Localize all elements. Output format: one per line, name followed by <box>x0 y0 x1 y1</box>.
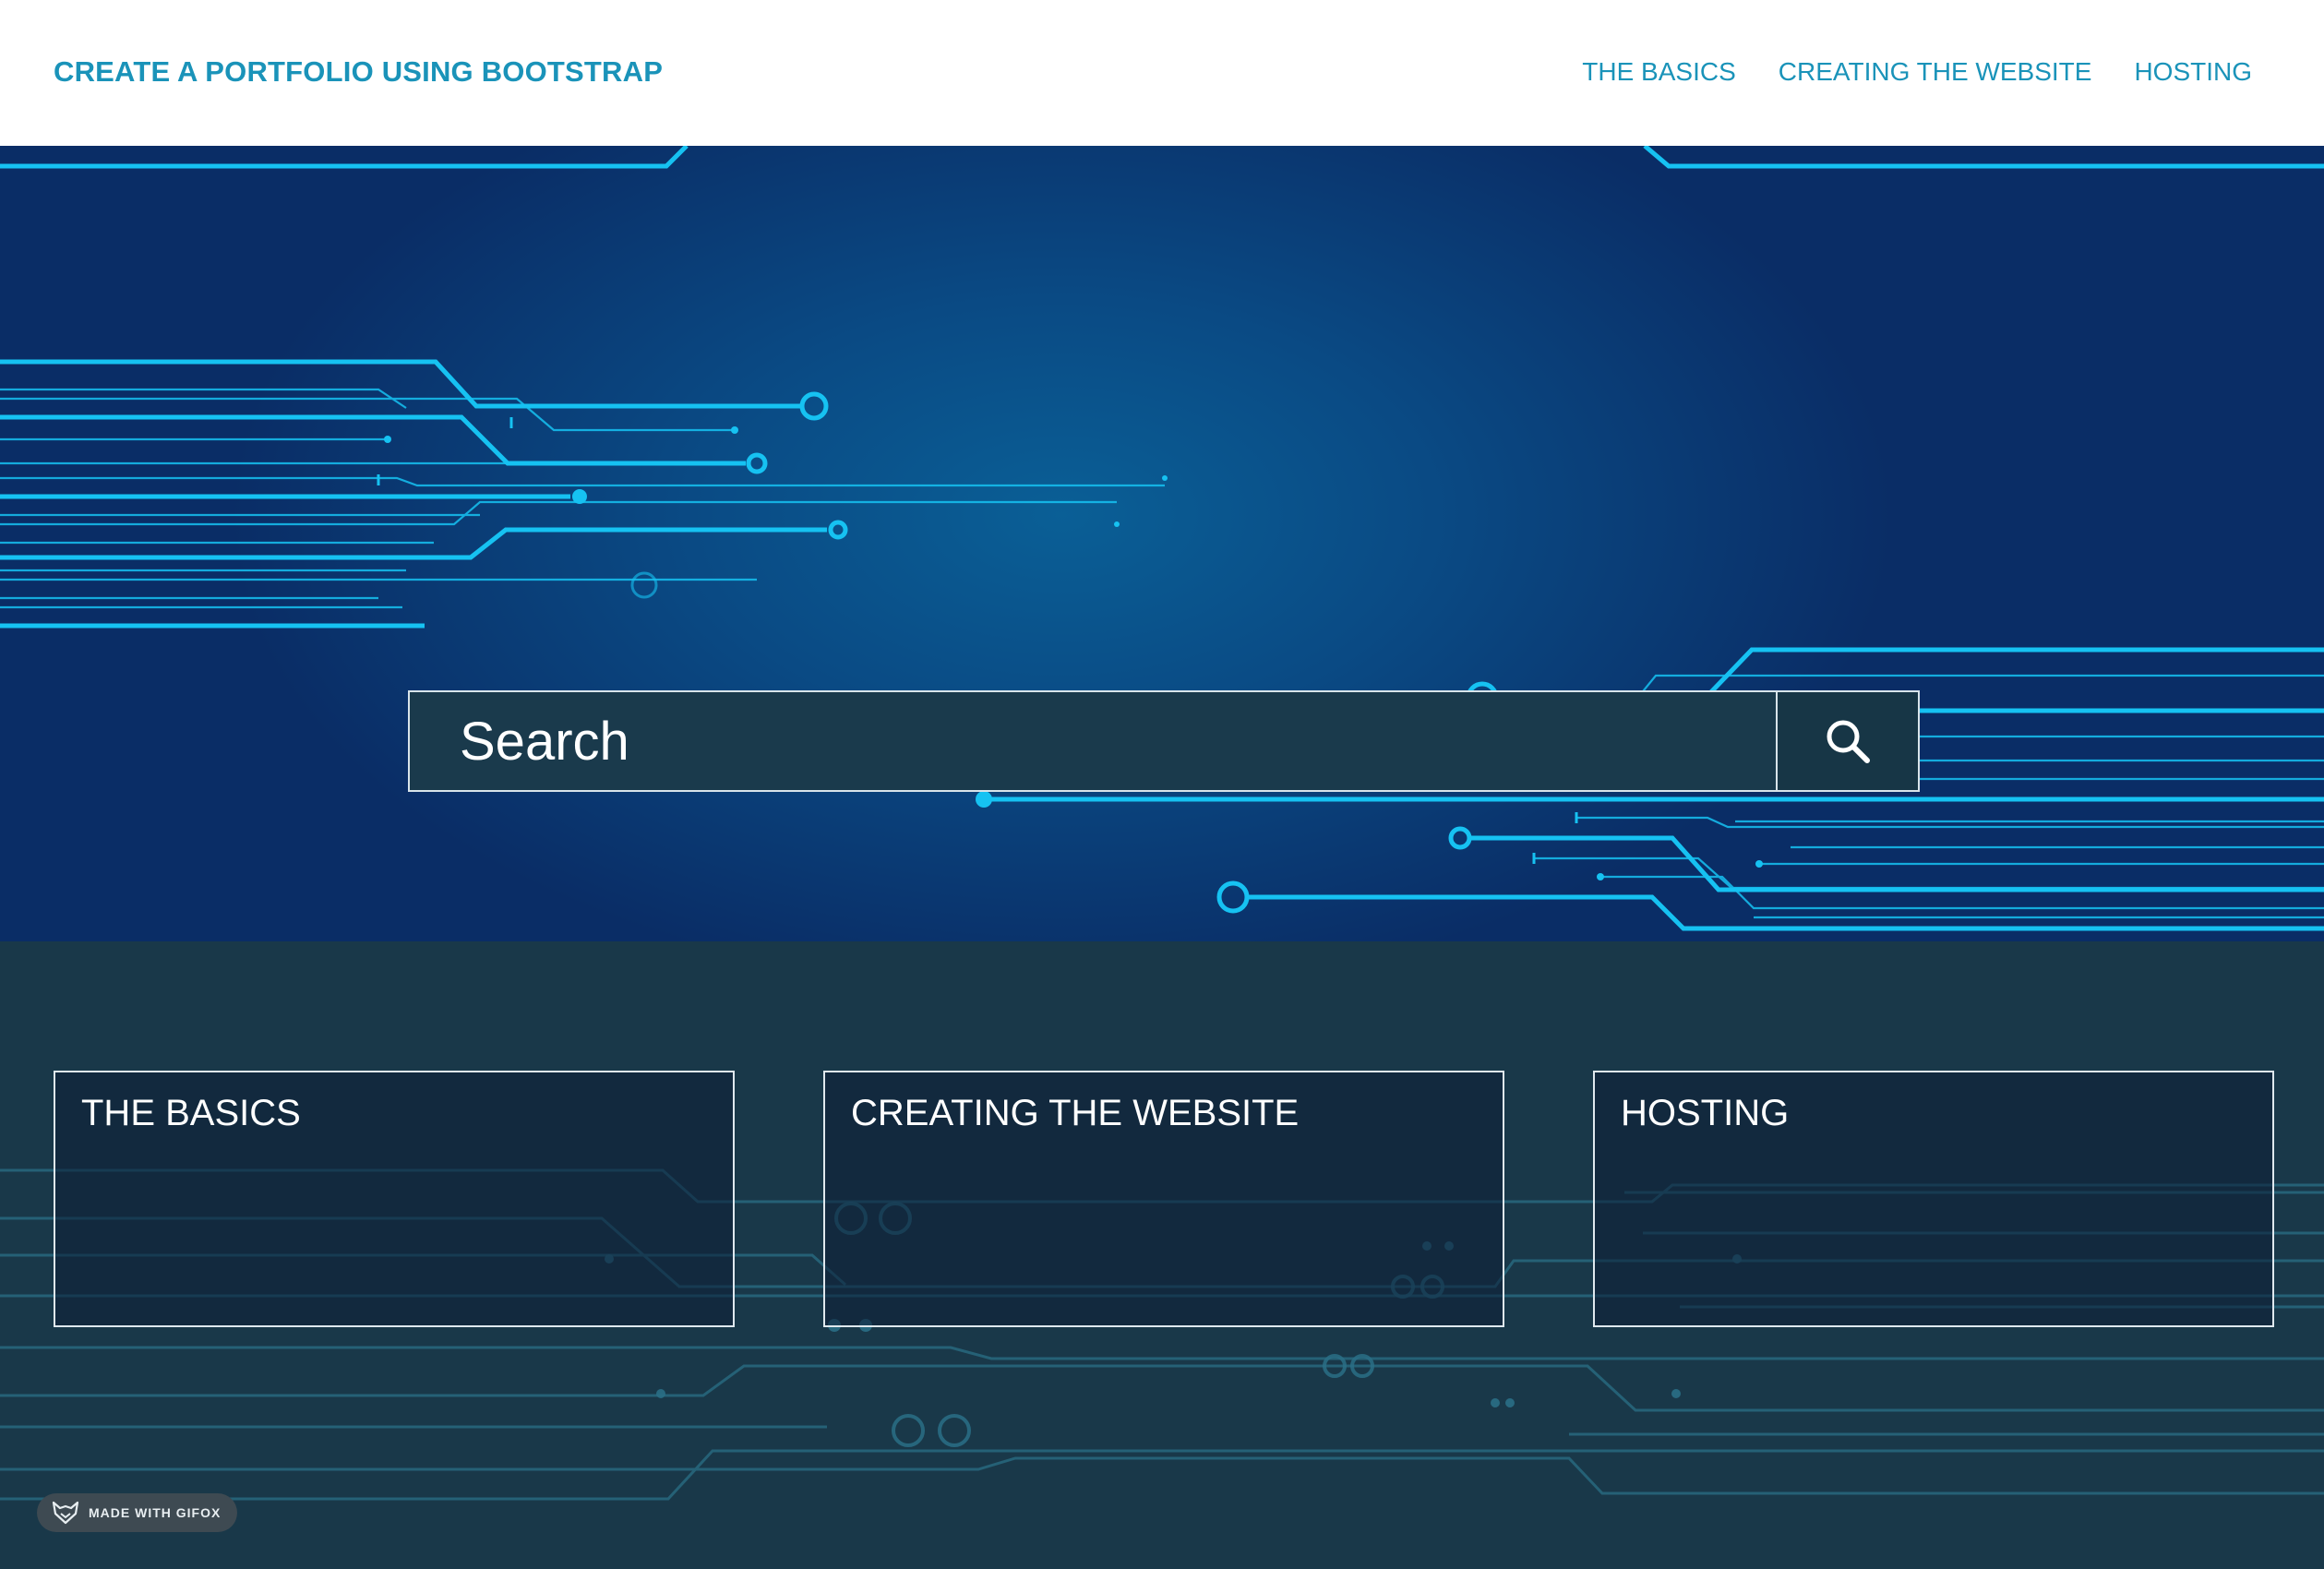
card-hosting[interactable]: HOSTING <box>1593 1071 2274 1327</box>
search-bar <box>408 690 1920 792</box>
search-icon <box>1827 720 1870 763</box>
brand-link[interactable]: CREATE A PORTFOLIO USING BOOTSTRAP <box>54 55 663 89</box>
circuit-background-graphic <box>0 146 2324 931</box>
nav-link-hosting[interactable]: HOSTING <box>2134 57 2252 87</box>
navbar: CREATE A PORTFOLIO USING BOOTSTRAP THE B… <box>0 0 2324 146</box>
search-button[interactable] <box>1776 690 1920 792</box>
made-with-gifox-badge: MADE WITH GIFOX <box>37 1493 238 1532</box>
nav-link-creating-the-website[interactable]: CREATING THE WEBSITE <box>1779 57 2092 87</box>
card-creating-the-website[interactable]: CREATING THE WEBSITE <box>823 1071 1504 1327</box>
card-title: THE BASICS <box>81 1093 301 1133</box>
fox-icon <box>52 1501 79 1525</box>
nav-link-the-basics[interactable]: THE BASICS <box>1582 57 1735 87</box>
hero-banner <box>0 146 2324 941</box>
nav-links: THE BASICS CREATING THE WEBSITE HOSTING <box>1582 57 2252 87</box>
card-title: CREATING THE WEBSITE <box>851 1093 1300 1133</box>
topics-section: THE BASICS CREATING THE WEBSITE HOSTING <box>0 941 2324 1569</box>
card-title: HOSTING <box>1621 1093 1790 1133</box>
card-the-basics[interactable]: THE BASICS <box>54 1071 735 1327</box>
badge-label: MADE WITH GIFOX <box>89 1505 222 1520</box>
search-input[interactable] <box>408 690 1776 792</box>
